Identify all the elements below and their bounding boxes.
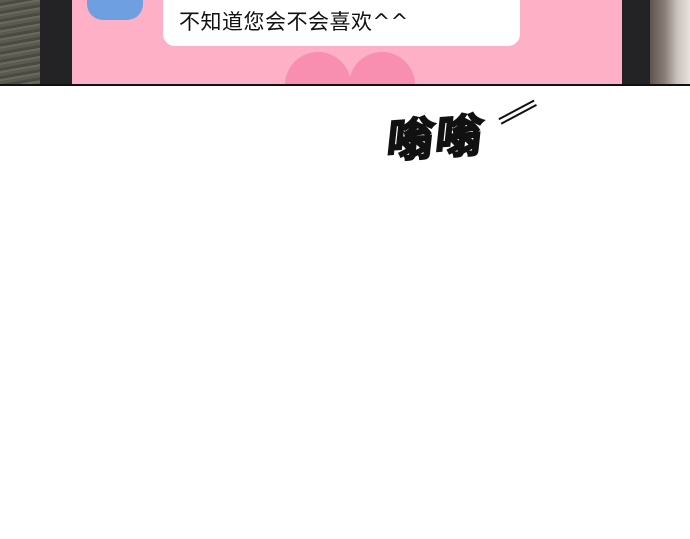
- phone-screen: 不知道您会不会喜欢^^: [72, 0, 622, 84]
- sender-avatar: [87, 0, 143, 20]
- heart-lobe-right: [349, 52, 415, 84]
- background-person: [648, 0, 690, 84]
- panel-border: [0, 84, 690, 86]
- heart-lobe-left: [285, 52, 351, 84]
- chat-message-text: 不知道您会不会喜欢^^: [179, 10, 409, 34]
- sound-effect-text: 嗡嗡: [383, 107, 488, 170]
- chat-bubble: 不知道您会不会喜欢^^: [163, 0, 520, 46]
- comic-panel-phone: 不知道您会不会喜欢^^: [0, 0, 690, 84]
- heart-decoration: [285, 52, 415, 84]
- background-wall: [0, 0, 40, 84]
